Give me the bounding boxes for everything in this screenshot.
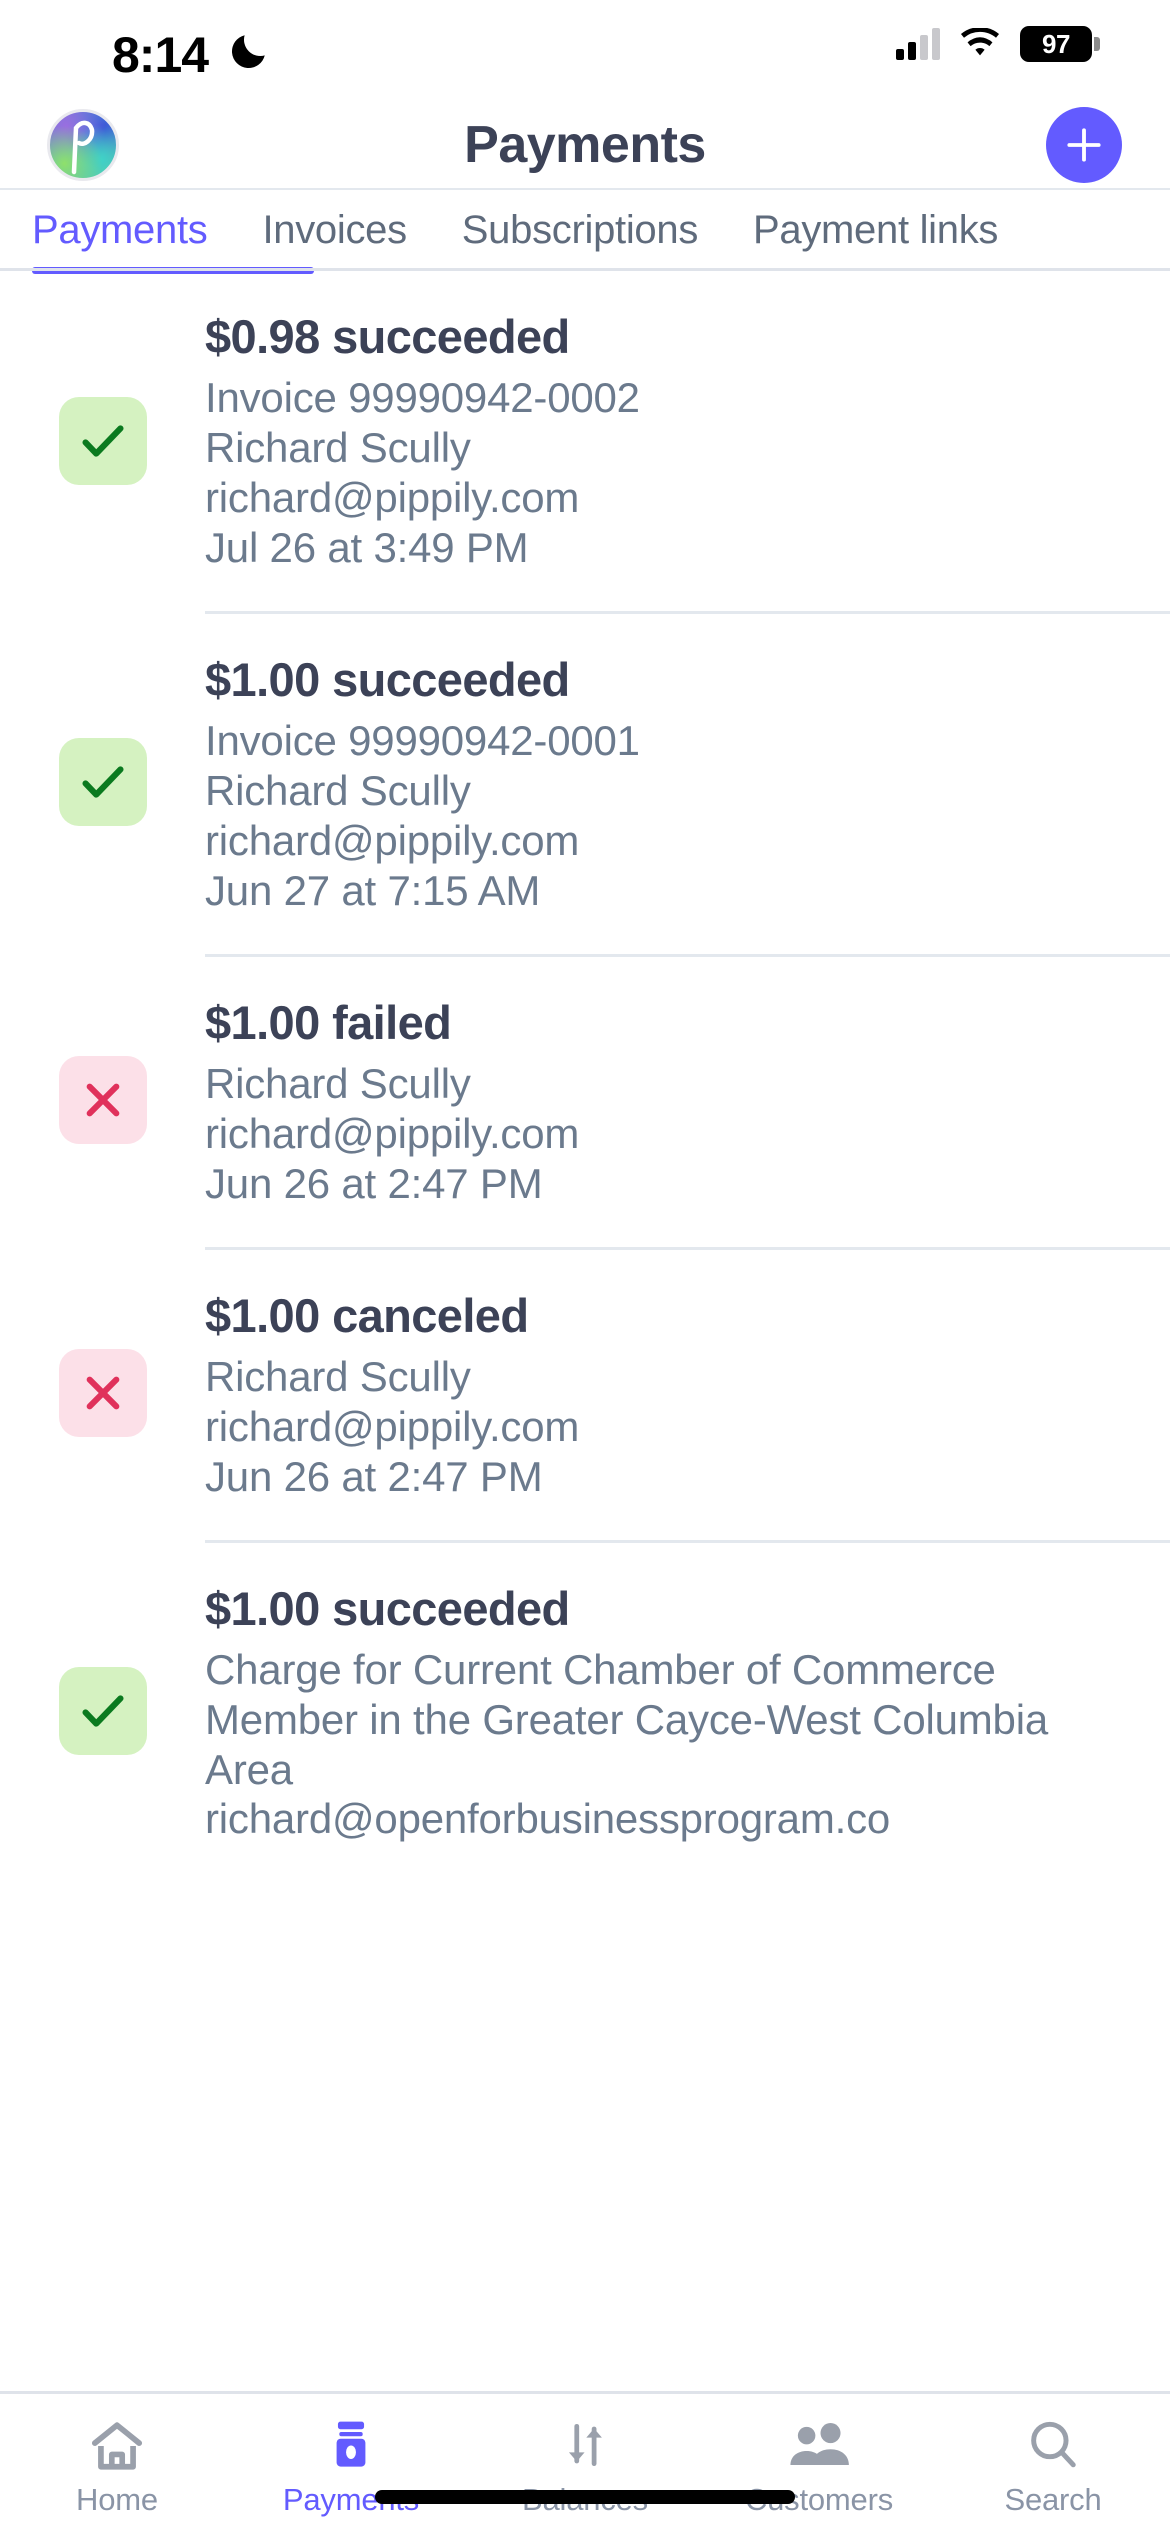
payment-customer: Richard Scully — [205, 766, 471, 814]
payment-title: $0.98 succeeded — [205, 310, 570, 363]
status-icon-column — [0, 1540, 205, 1883]
tab-bar-item-payments[interactable]: Payments — [234, 2394, 468, 2532]
payment-details: $1.00 succeeded Invoice 99990942-0001 Ri… — [205, 610, 1170, 954]
battery-indicator: 97 — [1020, 26, 1100, 62]
payment-email: richard@pippily.com — [205, 473, 580, 521]
status-badge-succeeded — [58, 738, 147, 827]
crescent-moon-icon — [231, 35, 265, 69]
payment-timestamp: Jun 26 at 2:47 PM — [205, 1452, 543, 1500]
payment-customer: Richard Scully — [205, 423, 471, 471]
status-icon-column — [0, 271, 205, 611]
payment-details: $1.00 canceled Richard Scully richard@pi… — [205, 1246, 1170, 1540]
card-reader-icon — [324, 2416, 378, 2474]
page-title: Payments — [464, 116, 706, 174]
payment-list-item[interactable]: $0.98 succeeded Invoice 99990942-0002 Ri… — [0, 271, 1170, 611]
payment-list-item[interactable]: $1.00 failed Richard Scully richard@pipp… — [0, 953, 1170, 1247]
payments-list[interactable]: $0.98 succeeded Invoice 99990942-0002 Ri… — [0, 271, 1170, 2391]
payment-customer: Richard Scully — [205, 1352, 471, 1400]
payment-customer: Richard Scully — [205, 1059, 471, 1107]
x-icon — [86, 1376, 119, 1410]
people-icon — [787, 2416, 851, 2474]
payment-timestamp: Jul 26 at 3:49 PM — [205, 523, 529, 571]
home-indicator[interactable] — [375, 2490, 795, 2504]
add-payment-button[interactable] — [1046, 107, 1122, 183]
status-icon-column — [0, 1247, 205, 1540]
tab-bar-item-balances[interactable]: Balances — [468, 2394, 702, 2532]
payment-title: $1.00 failed — [205, 995, 452, 1049]
payment-list-item[interactable]: $1.00 succeeded Charge for Current Chamb… — [0, 1539, 1170, 1883]
payment-description: Invoice 99990942-0001 — [205, 716, 640, 764]
status-badge-failed — [58, 1056, 147, 1145]
wifi-icon — [960, 28, 1000, 56]
payment-title: $1.00 succeeded — [205, 652, 570, 706]
plus-icon — [1067, 128, 1101, 162]
payment-email: richard@pippily.com — [205, 1402, 580, 1450]
phone-screen: 8:14 97 Payments Payments Invoices Subsc… — [0, 0, 1170, 2532]
tab-bar-label: Search — [1004, 2482, 1102, 2517]
tab-bar-item-search[interactable]: Search — [936, 2394, 1170, 2532]
check-icon — [81, 1695, 124, 1727]
tab-subscriptions[interactable]: Subscriptions — [462, 208, 699, 253]
tab-bar-item-customers[interactable]: Customers — [702, 2394, 936, 2532]
payment-email: richard@pippily.com — [205, 816, 580, 864]
status-badge-canceled — [58, 1349, 147, 1438]
payment-title: $1.00 canceled — [205, 1288, 529, 1342]
transfer-arrows-icon — [559, 2416, 611, 2474]
section-tabs[interactable]: Payments Invoices Subscriptions Payment … — [0, 190, 1170, 274]
tab-payment-links[interactable]: Payment links — [753, 208, 998, 253]
status-icon-column — [0, 611, 205, 954]
payment-list-item[interactable]: $1.00 succeeded Invoice 99990942-0001 Ri… — [0, 610, 1170, 954]
payment-email: richard@openforbusinessprogram.co — [205, 1795, 891, 1843]
x-icon — [86, 1083, 119, 1117]
payment-list-item[interactable]: $1.00 canceled Richard Scully richard@pi… — [0, 1246, 1170, 1540]
check-icon — [81, 425, 124, 457]
status-bar-time: 8:14 — [112, 27, 209, 83]
check-icon — [81, 766, 124, 798]
tab-bar-label: Home — [76, 2482, 158, 2517]
home-icon — [88, 2416, 146, 2474]
status-bar: 8:14 97 — [0, 0, 1170, 100]
search-icon — [1026, 2416, 1080, 2474]
payment-timestamp: Jun 26 at 2:47 PM — [205, 1159, 543, 1207]
payment-details: $0.98 succeeded Invoice 99990942-0002 Ri… — [205, 271, 1170, 611]
payment-title: $1.00 succeeded — [205, 1581, 570, 1635]
status-bar-indicators: 97 — [896, 26, 1100, 62]
status-icon-column — [0, 954, 205, 1247]
payment-details: $1.00 succeeded Charge for Current Chamb… — [205, 1539, 1170, 1883]
status-badge-succeeded — [58, 1667, 147, 1755]
battery-percent: 97 — [1042, 28, 1070, 59]
payment-description: Charge for Current Chamber of Commerce M… — [205, 1645, 1048, 1793]
nav-header: Payments — [0, 100, 1170, 190]
payment-description: Invoice 99990942-0002 — [205, 374, 640, 421]
payment-timestamp: Jun 27 at 7:15 AM — [205, 866, 541, 914]
status-badge-succeeded — [58, 396, 147, 485]
list-fade-overlay — [0, 2355, 1170, 2391]
tab-payments[interactable]: Payments — [32, 208, 208, 253]
tab-bar-item-home[interactable]: Home — [0, 2394, 234, 2532]
cellular-signal-icon — [896, 28, 940, 60]
payment-details: $1.00 failed Richard Scully richard@pipp… — [205, 953, 1170, 1247]
bottom-tab-bar[interactable]: Home Payments Customers Search — [0, 2391, 1170, 2532]
tab-invoices[interactable]: Invoices — [262, 208, 407, 253]
payment-email: richard@pippily.com — [205, 1109, 580, 1157]
